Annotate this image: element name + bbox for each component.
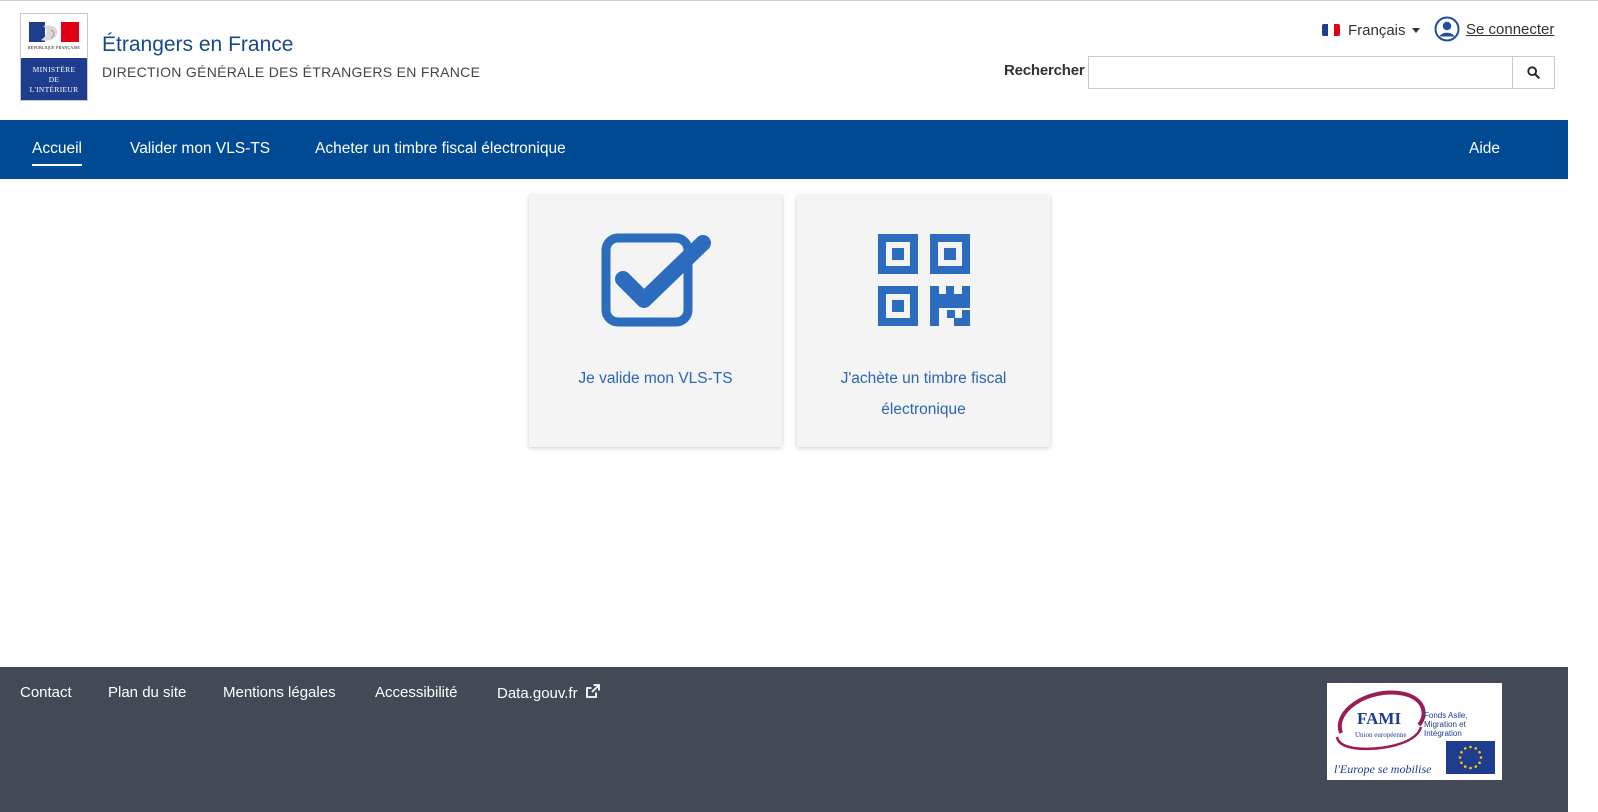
fami-name: FAMI <box>1357 709 1402 728</box>
card-label: Je valide mon VLS-TS <box>578 370 733 387</box>
site-title[interactable]: Étrangers en France <box>102 33 293 57</box>
main-nav: Accueil Valider mon VLS-TS Acheter un ti… <box>0 120 1568 179</box>
footer-link-accessibilite[interactable]: Accessibilité <box>375 684 458 701</box>
top-border <box>0 0 1598 1</box>
logo-republic-text: RÉPUBLIQUE FRANÇAISE <box>27 45 81 50</box>
french-flag-icon <box>1322 24 1340 36</box>
nav-item-valider-vls-ts[interactable]: Valider mon VLS-TS <box>130 120 270 179</box>
footer-link-contact[interactable]: Contact <box>20 684 72 701</box>
fami-union-label: Union européenne <box>1355 731 1407 739</box>
login-link[interactable]: Se connecter <box>1434 16 1554 42</box>
logo-marianne-area: RÉPUBLIQUE FRANÇAISE <box>21 14 87 58</box>
search-button[interactable] <box>1512 56 1555 89</box>
footer-link-mentions-legales[interactable]: Mentions légales <box>223 684 336 701</box>
marianne-icon <box>29 22 79 42</box>
footer-link-plan-du-site[interactable]: Plan du site <box>108 684 186 701</box>
fami-slogan: l'Europe se mobilise <box>1334 762 1432 776</box>
footer-link-data-gouv[interactable]: Data.gouv.fr <box>497 684 600 702</box>
card-label: J'achète un timbre fiscal électronique <box>840 370 1007 418</box>
search-icon <box>1527 66 1540 79</box>
footer: Contact Plan du site Mentions légales Ac… <box>0 667 1568 812</box>
logo-ministry-block: MINISTÈRE DE L'INTÉRIEUR <box>21 58 87 100</box>
login-label: Se connecter <box>1466 20 1555 38</box>
qr-code-icon <box>878 234 970 326</box>
nav-item-accueil[interactable]: Accueil <box>32 120 82 179</box>
card-valider-vls-ts[interactable]: Je valide mon VLS-TS <box>529 195 782 447</box>
checkbox-checked-icon <box>601 233 711 327</box>
language-selector[interactable]: Français <box>1322 20 1420 40</box>
search-input[interactable] <box>1088 56 1513 89</box>
search-label: Rechercher <box>1004 62 1085 79</box>
logo-ministry-text: MINISTÈRE DE L'INTÉRIEUR <box>29 65 79 94</box>
nav-item-acheter-timbre[interactable]: Acheter un timbre fiscal électronique <box>315 120 566 179</box>
caret-down-icon <box>1411 27 1420 33</box>
language-label: Français <box>1348 21 1406 39</box>
fami-logo[interactable]: FAMI Fonds Asile, Migration et Intégrati… <box>1327 683 1502 780</box>
fami-description: Fonds Asile, Migration et Intégration <box>1424 711 1468 738</box>
external-link-icon <box>585 684 600 698</box>
card-acheter-timbre[interactable]: J'achète un timbre fiscal électronique <box>797 195 1050 447</box>
user-circle-icon <box>1434 16 1460 42</box>
eu-flag-icon <box>1446 741 1495 774</box>
nav-item-aide[interactable]: Aide <box>1469 120 1500 179</box>
ministere-interieur-logo[interactable]: RÉPUBLIQUE FRANÇAISE MINISTÈRE DE L'INTÉ… <box>20 13 88 101</box>
site-subtitle: DIRECTION GÉNÉRALE DES ÉTRANGERS EN FRAN… <box>102 64 481 80</box>
